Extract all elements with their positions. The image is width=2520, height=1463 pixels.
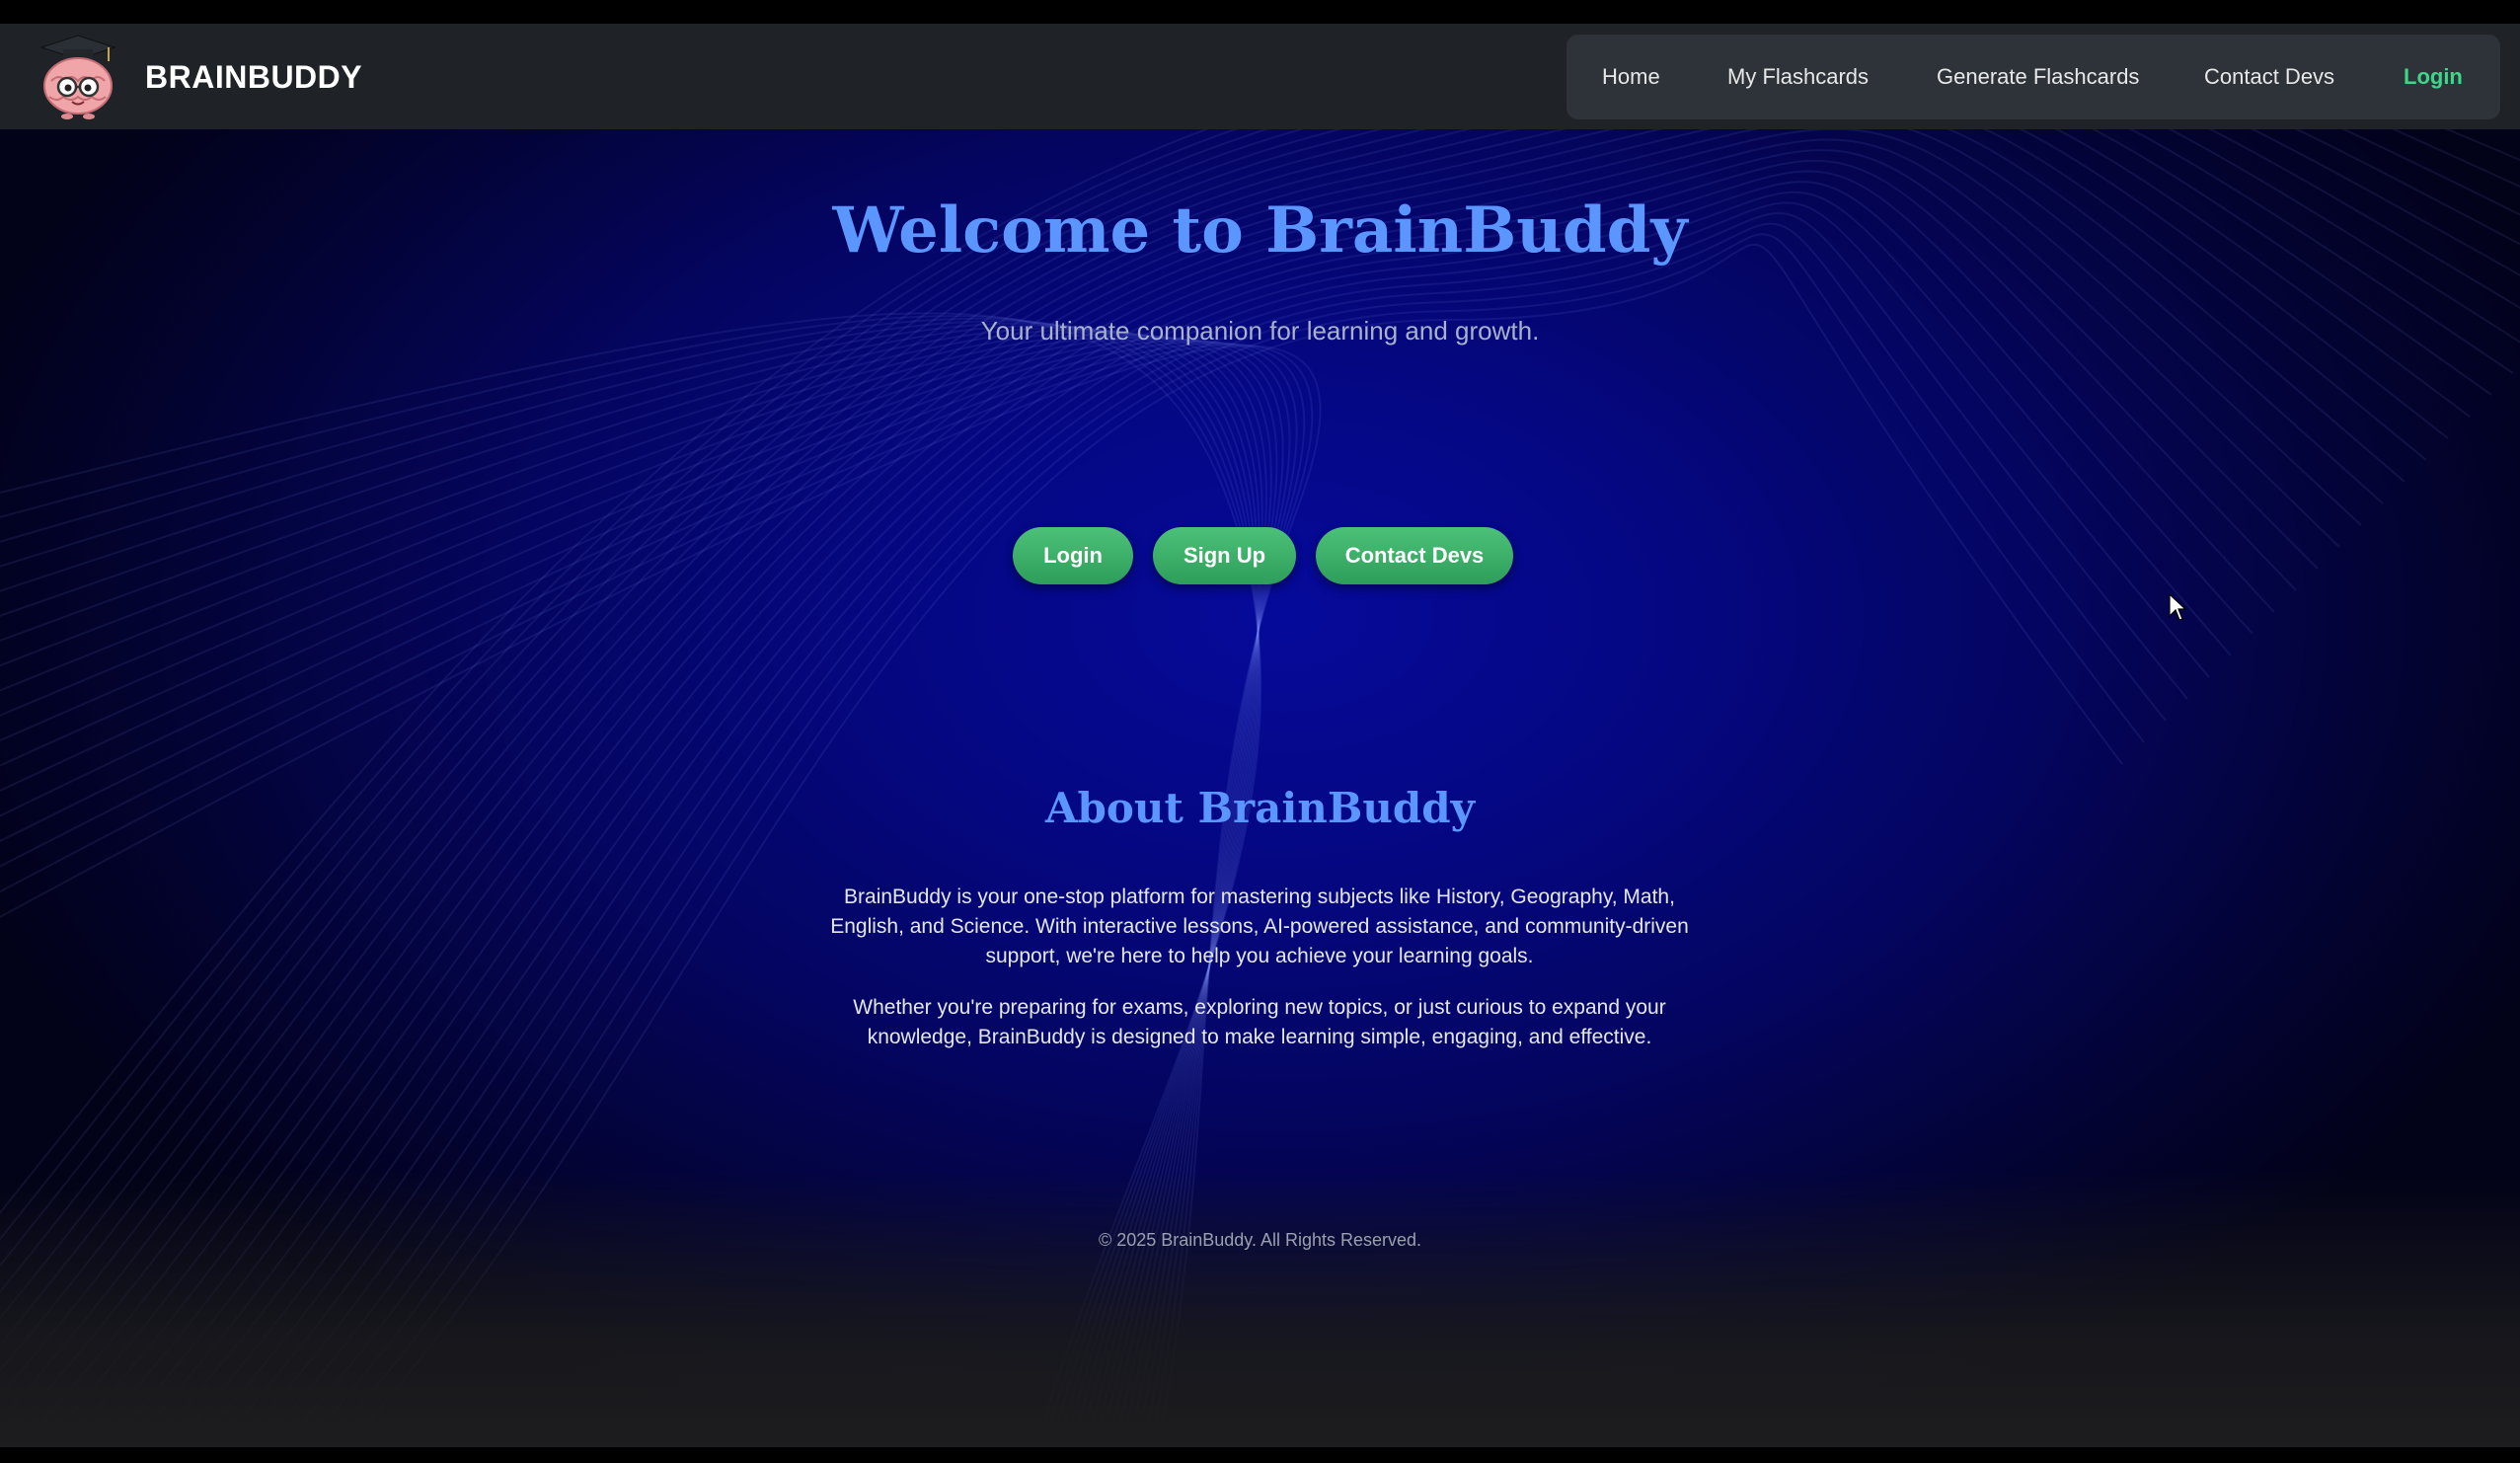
nav-login-link[interactable]: Login xyxy=(2404,35,2463,119)
contact-devs-button[interactable]: Contact Devs xyxy=(1316,527,1513,584)
hero-subtitle: Your ultimate companion for learning and… xyxy=(980,316,1540,346)
about-paragraph-2: Whether you're preparing for exams, expl… xyxy=(853,996,1666,1048)
footer-copyright: © 2025 BrainBuddy. All Rights Reserved. xyxy=(1098,1230,1422,1250)
nav-home-link[interactable]: Home xyxy=(1602,35,1660,119)
wave-line xyxy=(0,312,1262,1447)
nav-generate-flashcards-link[interactable]: Generate Flashcards xyxy=(1937,35,2139,119)
brain-mascot-icon[interactable] xyxy=(38,32,118,122)
mouse-cursor-icon xyxy=(2169,592,2187,621)
about-title: About BrainBuddy xyxy=(1044,784,1476,832)
landing-page: BRAINBUDDY Home My Flashcards Generate F… xyxy=(0,24,2520,1447)
signup-button[interactable]: Sign Up xyxy=(1153,527,1296,584)
screen-frame: BRAINBUDDY Home My Flashcards Generate F… xyxy=(0,0,2520,1463)
hero-buttons: Login Sign Up Contact Devs xyxy=(0,527,2520,584)
nav-contact-devs-link[interactable]: Contact Devs xyxy=(2204,35,2334,119)
login-button[interactable]: Login xyxy=(1013,527,1133,584)
nav-menu: Home My Flashcards Generate Flashcards C… xyxy=(1566,35,2500,119)
nav-my-flashcards-link[interactable]: My Flashcards xyxy=(1727,35,1869,119)
brand-name[interactable]: BRAINBUDDY xyxy=(145,59,362,96)
hero-title: Welcome to BrainBuddy xyxy=(832,193,1688,268)
about-paragraph-1: BrainBuddy is your one-stop platform for… xyxy=(830,886,1689,967)
top-navbar: BRAINBUDDY Home My Flashcards Generate F… xyxy=(0,24,2520,129)
